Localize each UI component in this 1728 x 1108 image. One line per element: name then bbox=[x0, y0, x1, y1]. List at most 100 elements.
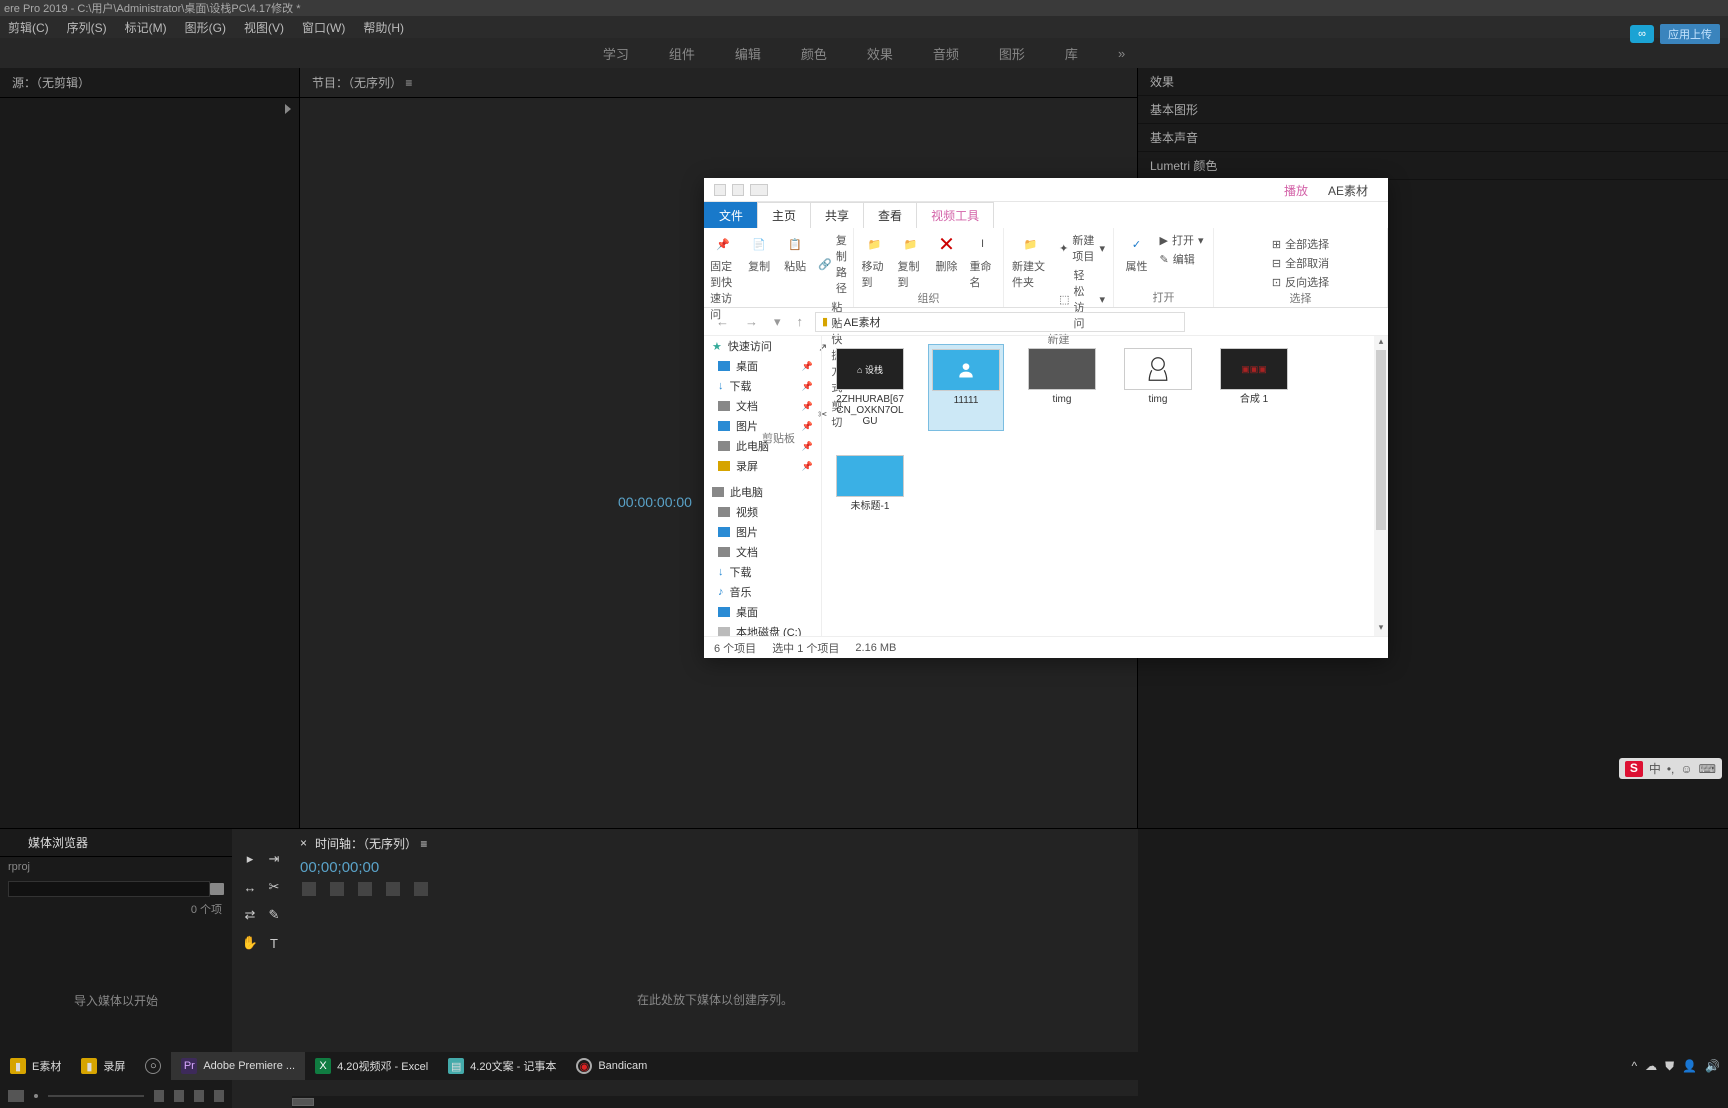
nav-desktop2[interactable]: 桌面 bbox=[704, 602, 821, 622]
file-item[interactable]: timg bbox=[1120, 344, 1196, 431]
tray-user-icon[interactable]: 👤 bbox=[1682, 1059, 1697, 1073]
nav-documents[interactable]: 文档📌 bbox=[704, 396, 821, 416]
menu-clip[interactable]: 剪辑(C) bbox=[8, 19, 49, 36]
menu-window[interactable]: 窗口(W) bbox=[302, 19, 345, 36]
select-none-button[interactable]: ⊟ 全部取消 bbox=[1272, 255, 1329, 271]
ws-learn[interactable]: 学习 bbox=[603, 44, 629, 63]
copy-path-button[interactable]: 🔗 复制路径 bbox=[818, 232, 847, 296]
select-all-button[interactable]: ⊞ 全部选择 bbox=[1272, 236, 1329, 252]
fx-tab-esssound[interactable]: 基本声音 bbox=[1138, 124, 1728, 152]
menu-graphics[interactable]: 图形(G) bbox=[185, 19, 226, 36]
file-item[interactable]: 未标题-1 bbox=[832, 451, 908, 516]
nav-music[interactable]: ♪音乐 bbox=[704, 582, 821, 602]
new-item-button[interactable]: ✦ 新建项目 ▾ bbox=[1059, 232, 1105, 264]
ws-edit[interactable]: 编辑 bbox=[735, 44, 761, 63]
scroll-down-icon[interactable]: ▾ bbox=[1374, 622, 1388, 636]
taskbar-excel[interactable]: X4.20视频邓 - Excel bbox=[305, 1052, 438, 1080]
nav-pictures[interactable]: 图片📌 bbox=[704, 416, 821, 436]
nav-fwd-icon[interactable]: → bbox=[741, 314, 762, 329]
tray-shield-icon[interactable]: ⛊ bbox=[1665, 1059, 1674, 1074]
file-item[interactable]: ⌂ 设栈 2ZHHURAB[67CN_OXKN7OLGU bbox=[832, 344, 908, 431]
ime-keyboard-icon[interactable]: ⌨ bbox=[1699, 762, 1716, 776]
menu-sequence[interactable]: 序列(S) bbox=[67, 19, 107, 36]
ws-color[interactable]: 颜色 bbox=[801, 44, 827, 63]
copyto-button[interactable]: 📁复制到 bbox=[898, 232, 924, 290]
scroll-up-icon[interactable]: ▴ bbox=[1374, 336, 1388, 350]
nav-thispc-q[interactable]: 此电脑📌 bbox=[704, 436, 821, 456]
fx-tab-effects[interactable]: 效果 bbox=[1138, 68, 1728, 96]
taskbar-folder2[interactable]: ▮录屏 bbox=[71, 1052, 135, 1080]
scroll-thumb[interactable] bbox=[1376, 350, 1386, 530]
razor-tool-icon[interactable]: ✂ bbox=[266, 879, 282, 895]
file-item[interactable]: timg bbox=[1024, 344, 1100, 431]
taskbar-cortana[interactable]: ○ bbox=[135, 1052, 171, 1080]
tray-volume-icon[interactable]: 🔊 bbox=[1705, 1059, 1720, 1073]
snap-icon[interactable] bbox=[302, 882, 316, 896]
project-search-input[interactable] bbox=[8, 881, 210, 897]
new-folder-button[interactable]: 📁新建文件夹 bbox=[1012, 232, 1049, 290]
type-tool-icon[interactable]: T bbox=[266, 935, 282, 951]
timeline-timecode[interactable]: 00;00;00;00 bbox=[292, 859, 1138, 876]
new-item-icon[interactable] bbox=[194, 1090, 204, 1102]
nav-back-icon[interactable]: ← bbox=[712, 314, 733, 329]
ws-more-icon[interactable]: » bbox=[1118, 46, 1125, 61]
nav-downloads[interactable]: ↓下载📌 bbox=[704, 376, 821, 396]
nav-thispc[interactable]: 此电脑 bbox=[704, 482, 821, 502]
invert-selection-button[interactable]: ⊡ 反向选择 bbox=[1272, 274, 1329, 290]
ws-assembly[interactable]: 组件 bbox=[669, 44, 695, 63]
nav-pictures2[interactable]: 图片 bbox=[704, 522, 821, 542]
file-item-selected[interactable]: 11111 bbox=[928, 344, 1004, 431]
upload-button[interactable]: 应用上传 bbox=[1660, 24, 1720, 44]
ripple-tool-icon[interactable]: ↔ bbox=[242, 879, 258, 895]
file-item[interactable]: ▣▣▣ 合成 1 bbox=[1216, 344, 1292, 431]
settings-icon[interactable] bbox=[386, 882, 400, 896]
ws-library[interactable]: 库 bbox=[1065, 44, 1078, 63]
tab-share[interactable]: 共享 bbox=[810, 202, 864, 228]
flyout-icon[interactable] bbox=[285, 104, 291, 114]
new-bin-icon[interactable] bbox=[174, 1090, 184, 1102]
sort-icon[interactable] bbox=[154, 1090, 164, 1102]
tab-file[interactable]: 文件 bbox=[704, 202, 758, 228]
explorer-scrollbar[interactable]: ▴ ▾ bbox=[1374, 336, 1388, 636]
nav-videos[interactable]: 视频 bbox=[704, 502, 821, 522]
taskbar-bandicam[interactable]: ◉Bandicam bbox=[566, 1052, 657, 1080]
tab-view[interactable]: 查看 bbox=[863, 202, 917, 228]
selection-tool-icon[interactable]: ▸ bbox=[242, 851, 258, 867]
breadcrumb[interactable]: AE素材 bbox=[844, 314, 881, 330]
ws-graphics[interactable]: 图形 bbox=[999, 44, 1025, 63]
nav-recent-icon[interactable]: ▾ bbox=[770, 314, 785, 330]
menu-view[interactable]: 视图(V) bbox=[244, 19, 284, 36]
tray-up-icon[interactable]: ^ bbox=[1631, 1059, 1637, 1073]
track-select-icon[interactable]: ⇥ bbox=[266, 851, 282, 867]
taskbar-folder[interactable]: ▮E素材 bbox=[0, 1052, 71, 1080]
taskbar-notepad[interactable]: ▤4.20文案 - 记事本 bbox=[438, 1052, 566, 1080]
list-view-icon[interactable] bbox=[8, 1090, 24, 1102]
ime-logo-icon[interactable]: S bbox=[1625, 761, 1643, 777]
paste-button[interactable]: 📋粘贴 bbox=[782, 232, 808, 274]
linked-sel-icon[interactable] bbox=[330, 882, 344, 896]
media-browser-tab[interactable]: 媒体浏览器 bbox=[0, 829, 232, 857]
menu-help[interactable]: 帮助(H) bbox=[363, 19, 404, 36]
copy-button[interactable]: 📄复制 bbox=[746, 232, 772, 274]
explorer-system-icon[interactable] bbox=[714, 184, 726, 196]
moveto-button[interactable]: 📁移动到 bbox=[862, 232, 888, 290]
tab-video-tools[interactable]: 视频工具 bbox=[916, 202, 994, 228]
ime-lang[interactable]: 中 bbox=[1649, 760, 1661, 777]
marker-icon[interactable] bbox=[358, 882, 372, 896]
hand-tool-icon[interactable]: ✋ bbox=[242, 935, 258, 951]
slip-tool-icon[interactable]: ⇄ bbox=[242, 907, 258, 923]
tray-cloud-icon[interactable]: ☁ bbox=[1645, 1059, 1657, 1073]
ws-audio[interactable]: 音频 bbox=[933, 44, 959, 63]
program-panel-tab[interactable]: 节目：（无序列） ≡ bbox=[300, 68, 1137, 98]
taskbar-premiere[interactable]: PrAdobe Premiere ... bbox=[171, 1052, 305, 1080]
nav-drive-c[interactable]: 本地磁盘 (C:) bbox=[704, 622, 821, 636]
nav-downloads2[interactable]: ↓下载 bbox=[704, 562, 821, 582]
cloud-icon[interactable]: ∞ bbox=[1630, 25, 1654, 43]
ws-effects[interactable]: 效果 bbox=[867, 44, 893, 63]
open-button[interactable]: ▶ 打开 ▾ bbox=[1160, 232, 1204, 248]
nav-quick-access[interactable]: ★ 快速访问 bbox=[704, 336, 821, 356]
system-tray[interactable]: ^ ☁ ⛊ 👤 🔊 bbox=[1631, 1052, 1720, 1080]
ime-bar[interactable]: S 中 •, ☺ ⌨ bbox=[1619, 758, 1722, 779]
edit-button[interactable]: ✎ 编辑 bbox=[1160, 251, 1204, 267]
ime-punct[interactable]: •, bbox=[1667, 762, 1675, 776]
